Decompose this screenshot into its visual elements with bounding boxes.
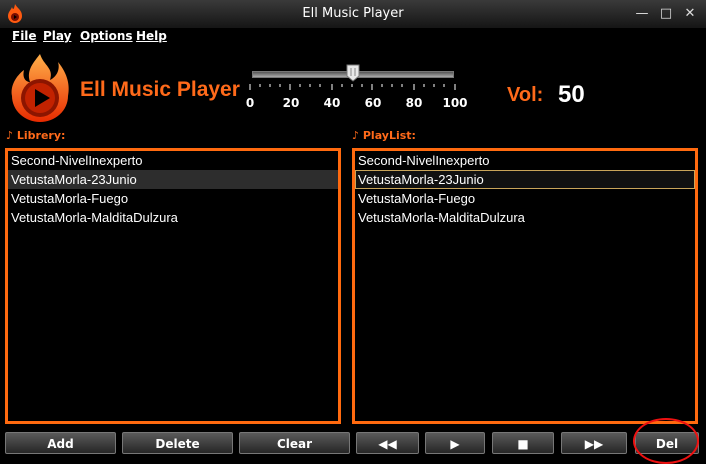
playlist-label-text: PlayList: xyxy=(362,129,416,142)
menu-bar: File Play Options Help xyxy=(0,28,706,46)
playlist-list-item[interactable]: Second-NivelInexperto xyxy=(355,151,695,170)
slider-tick-label: 100 xyxy=(442,96,468,110)
library-label: ♪ Librery: xyxy=(6,129,65,142)
volume-slider-thumb[interactable] xyxy=(346,64,360,82)
music-note-icon: ♪ xyxy=(6,129,14,142)
add-button[interactable]: Add xyxy=(5,432,116,454)
slider-tick-label: 0 xyxy=(245,96,255,110)
playlist-list[interactable]: Second-NivelInexperto VetustaMorla-23Jun… xyxy=(352,148,698,424)
playlist-list-item[interactable]: VetustaMorla-MalditaDulzura xyxy=(355,208,695,227)
volume-slider-ticks xyxy=(249,84,456,90)
library-list[interactable]: Second-NivelInexperto VetustaMorla-23Jun… xyxy=(5,148,341,424)
previous-button[interactable]: ◀◀ xyxy=(356,432,419,454)
window-title: Ell Music Player xyxy=(302,6,404,21)
slider-tick-label: 60 xyxy=(364,96,382,110)
volume-label: Vol: xyxy=(507,84,544,106)
menu-play[interactable]: Play xyxy=(43,29,71,43)
playlist-label: ♪ PlayList: xyxy=(352,129,416,142)
app-name-heading: Ell Music Player xyxy=(80,78,240,101)
title-bar: Ell Music Player — □ ✕ xyxy=(0,0,706,29)
playlist-list-item[interactable]: VetustaMorla-Fuego xyxy=(355,189,695,208)
library-list-item[interactable]: VetustaMorla-Fuego xyxy=(8,189,338,208)
library-label-text: Librery: xyxy=(16,129,66,142)
menu-help[interactable]: Help xyxy=(136,29,167,43)
playlist-list-item[interactable]: VetustaMorla-23Junio xyxy=(355,170,695,189)
library-list-item[interactable]: Second-NivelInexperto xyxy=(8,151,338,170)
clear-button[interactable]: Clear xyxy=(239,432,350,454)
menu-options[interactable]: Options xyxy=(80,29,133,43)
minimize-button[interactable]: — xyxy=(632,5,652,23)
music-note-icon: ♪ xyxy=(352,129,360,142)
play-button[interactable]: ▶ xyxy=(425,432,485,454)
slider-tick-label: 20 xyxy=(282,96,300,110)
maximize-button[interactable]: □ xyxy=(656,5,676,23)
next-button[interactable]: ▶▶ xyxy=(561,432,627,454)
annotation-circle xyxy=(633,418,699,464)
library-list-item[interactable]: VetustaMorla-MalditaDulzura xyxy=(8,208,338,227)
logo-flame-play-icon xyxy=(11,54,69,122)
slider-tick-label: 40 xyxy=(323,96,341,110)
close-button[interactable]: ✕ xyxy=(680,5,700,23)
stop-button[interactable]: ■ xyxy=(492,432,554,454)
library-list-item[interactable]: VetustaMorla-23Junio xyxy=(8,170,338,189)
slider-tick-label: 80 xyxy=(405,96,423,110)
delete-button[interactable]: Delete xyxy=(122,432,233,454)
menu-file[interactable]: File xyxy=(12,29,37,43)
volume-value: 50 xyxy=(558,81,585,108)
